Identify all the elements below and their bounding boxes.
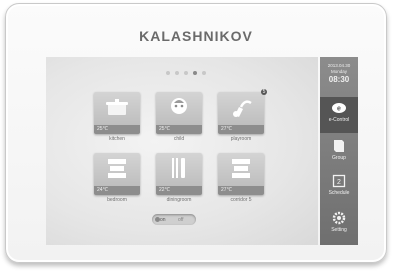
- e-control-icon: e: [332, 103, 346, 113]
- nav-item-setting[interactable]: Setting: [320, 207, 358, 243]
- svg-text:e: e: [337, 106, 341, 113]
- nav-label: Schedule: [328, 190, 350, 196]
- page-dot[interactable]: [184, 71, 188, 75]
- cooking-pot-icon: [106, 99, 128, 115]
- on-off-toggle[interactable]: on off: [152, 214, 196, 225]
- calendar-icon: 2: [332, 174, 346, 188]
- toggle-on-label: on: [160, 217, 166, 223]
- gear-icon: [332, 211, 346, 225]
- date-text: 2013.04.30: [327, 63, 351, 68]
- room-tile-box: 25℃: [156, 92, 202, 134]
- day-text: Monday: [330, 69, 347, 74]
- time-text: 08:30: [328, 75, 350, 84]
- room-tile-box: 24℃: [94, 153, 140, 195]
- device-frame: KALASHNIKOV 25℃ kitchen 25℃ child 5 27℃ …: [5, 3, 387, 263]
- page-dot[interactable]: [166, 71, 170, 75]
- book-icon: [334, 140, 344, 152]
- stack-icon: [232, 159, 250, 178]
- room-tile-box: 27℃: [218, 153, 264, 195]
- nav-label: Setting: [331, 227, 347, 233]
- toggle-off-label: off: [178, 217, 184, 223]
- stack-icon: [108, 159, 126, 178]
- room-tile-corridor[interactable]: 27℃ corridor 5: [212, 153, 270, 203]
- room-label: kitchen: [109, 136, 125, 142]
- room-status: 25℃: [156, 125, 202, 134]
- sidebar: 2013.04.30 Monday 08:30 e e-Control Grou…: [320, 57, 358, 245]
- room-tile-kitchen[interactable]: 25℃ kitchen: [88, 92, 146, 142]
- room-label: diningroom: [166, 197, 192, 203]
- room-label: playroom: [230, 136, 252, 142]
- room-label: child: [173, 136, 185, 142]
- notification-badge: 5: [261, 89, 267, 95]
- room-status: 22℃: [156, 186, 202, 195]
- fork-knife-icon: [172, 158, 185, 178]
- clock-widget: 2013.04.30 Monday 08:30: [320, 63, 358, 84]
- page-dot[interactable]: [202, 71, 206, 75]
- nav-label: e-Control: [328, 117, 350, 123]
- page-dot-active[interactable]: [193, 71, 197, 75]
- room-label: bedroom: [107, 197, 127, 203]
- room-status: 25℃: [94, 125, 140, 134]
- room-label: corridor 5: [230, 197, 252, 203]
- room-status: 24℃: [94, 186, 140, 195]
- page-indicator: [166, 71, 206, 75]
- room-tile-box: 22℃: [156, 153, 202, 195]
- nav-label: Group: [332, 155, 346, 161]
- room-tile-child[interactable]: 25℃ child: [150, 92, 208, 142]
- room-status: 27℃: [218, 125, 264, 134]
- nav-item-group[interactable]: Group: [320, 135, 358, 171]
- room-tile-box: 5 27℃: [218, 89, 267, 134]
- room-status: 27℃: [218, 186, 264, 195]
- page-dot[interactable]: [175, 71, 179, 75]
- room-tile-diningroom[interactable]: 22℃ diningroom: [150, 153, 208, 203]
- child-face-icon: [171, 98, 187, 114]
- gamepad-icon: [233, 100, 252, 117]
- brand-logo: KALASHNIKOV: [139, 28, 253, 44]
- room-tile-bedroom[interactable]: 24℃ bedroom: [88, 153, 146, 203]
- main-screen: 25℃ kitchen 25℃ child 5 27℃ playroom 24℃…: [46, 57, 318, 245]
- room-tile-playroom[interactable]: 5 27℃ playroom: [212, 89, 270, 142]
- nav-item-e-control[interactable]: e e-Control: [320, 97, 358, 133]
- room-tile-box: 25℃: [94, 92, 140, 134]
- nav-item-schedule[interactable]: 2 Schedule: [320, 170, 358, 206]
- svg-text:2: 2: [337, 179, 341, 186]
